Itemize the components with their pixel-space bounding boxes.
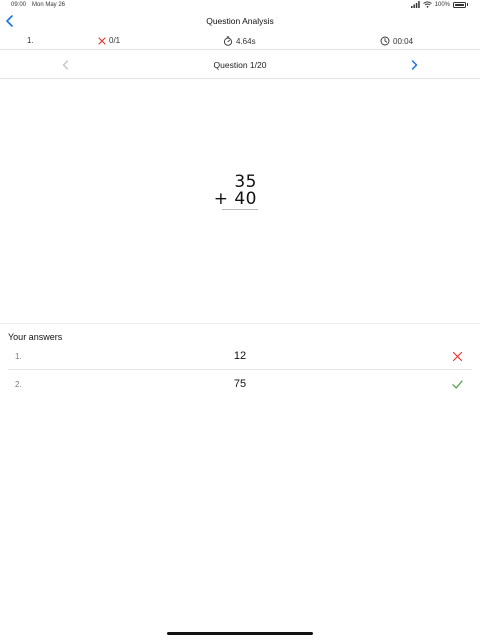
stat-score: 0/1 <box>98 36 120 45</box>
answer-value: 12 <box>233 350 247 362</box>
status-date: Mon May 26 <box>32 2 66 8</box>
home-indicator[interactable] <box>167 632 313 635</box>
navigation-bar: Question Analysis <box>0 12 480 32</box>
stopwatch-icon <box>223 36 233 46</box>
stat-time-value: 4.64s <box>236 36 256 46</box>
section-divider <box>0 323 480 324</box>
cross-icon <box>98 36 106 45</box>
problem-sum-line <box>222 209 258 210</box>
next-question-button[interactable] <box>407 58 421 72</box>
stat-question-index: 1. <box>27 36 34 45</box>
stat-duration: 00:04 <box>380 36 413 46</box>
chevron-right-icon <box>411 60 418 70</box>
status-time: 09:00 <box>11 2 27 8</box>
stats-row: 1. 0/1 4.64s 00:04 <box>0 32 480 50</box>
answers-heading: Your answers <box>8 332 63 342</box>
stat-index-value: 1. <box>27 36 34 45</box>
battery-percent: 100% <box>434 1 450 8</box>
status-bar: 09:00 Mon May 26 100% <box>0 0 480 12</box>
page-title: Question Analysis <box>206 16 274 26</box>
stat-answer-time: 4.64s <box>223 36 256 46</box>
status-indicators: 100% <box>410 1 468 8</box>
wrong-cross-icon <box>452 351 463 362</box>
stat-score-value: 0/1 <box>109 36 121 45</box>
signal-icon <box>410 1 420 8</box>
stat-duration-value: 00:04 <box>393 36 414 46</box>
problem-bottom-operand: + 40 <box>213 189 257 209</box>
correct-check-icon <box>452 380 463 389</box>
question-navigator: Question 1/20 <box>0 51 480 79</box>
answer-row: 2. 75 <box>8 371 472 398</box>
battery-icon <box>453 1 466 8</box>
battery-tip <box>467 3 468 6</box>
answer-row: 1. 12 <box>8 343 472 370</box>
wifi-icon <box>422 1 432 8</box>
answer-value: 75 <box>233 378 247 390</box>
clock-icon <box>380 36 390 46</box>
